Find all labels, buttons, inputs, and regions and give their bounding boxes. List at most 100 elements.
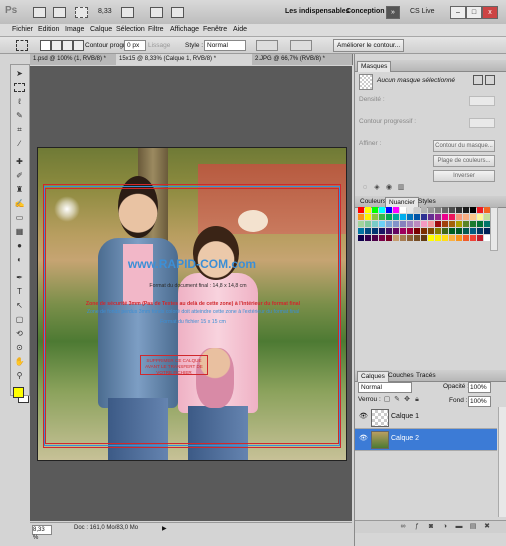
color-swatch[interactable] [400,207,406,213]
apply-mask-icon[interactable]: ◈ [373,184,381,192]
color-swatch[interactable] [386,221,392,227]
gradient-tool-icon[interactable]: ▦ [13,227,26,237]
tab-document-15x15[interactable]: 15x15 @ 8,33% (Calque 1, RVB/8) * [116,54,253,65]
hand-tool-icon[interactable]: ✋ [13,357,26,367]
color-swatch[interactable] [435,207,441,213]
color-swatch[interactable] [463,221,469,227]
color-swatch[interactable] [470,235,476,241]
mask-edge-button[interactable]: Contour du masque... [433,140,495,152]
marquee-tool-icon[interactable] [14,83,25,92]
color-swatch[interactable] [358,214,364,220]
screen-mode-icon[interactable] [171,7,184,18]
color-swatch[interactable] [372,207,378,213]
document-canvas[interactable]: www.RAPID-COM.com Format du document fin… [37,147,347,461]
opacity-input[interactable]: 100% [468,382,491,393]
eyedropper-tool-icon[interactable]: ∕ [13,139,26,149]
color-swatch[interactable] [477,235,483,241]
layer-row[interactable]: 👁︎ Calque 1 [355,407,497,429]
feather-input[interactable]: 0 px [124,40,146,51]
clone-stamp-tool-icon[interactable]: ♜ [13,185,26,195]
visibility-icon[interactable]: ◉ [385,184,393,192]
menu-fenetre[interactable]: Fenêtre [203,26,227,33]
new-layer-icon[interactable]: ▤ [469,523,477,531]
menu-edition[interactable]: Edition [38,26,59,33]
tab-styles[interactable]: Styles [415,197,439,207]
color-swatch[interactable] [365,235,371,241]
color-swatch[interactable] [414,228,420,234]
color-swatch[interactable] [456,221,462,227]
fx-icon[interactable]: ƒ [413,523,421,531]
workspace-essentials[interactable]: Les indispensables [285,8,350,15]
lasso-tool-icon[interactable]: ℓ [13,97,26,107]
color-swatch[interactable] [372,221,378,227]
color-swatch[interactable] [379,207,385,213]
fill-input[interactable]: 100% [468,396,491,407]
color-range-button[interactable]: Plage de couleurs... [433,155,495,167]
color-swatch[interactable] [379,235,385,241]
cs-live-button[interactable]: CS Live [410,8,435,15]
brush-tool-icon[interactable]: ✐ [13,171,26,181]
pixel-mask-icon[interactable] [473,75,483,85]
color-swatch[interactable] [372,228,378,234]
color-swatch[interactable] [386,228,392,234]
trash-icon[interactable]: ✖ [483,523,491,531]
status-menu-arrow-icon[interactable]: ▶ [162,525,167,532]
color-swatch[interactable] [400,235,406,241]
color-swatch[interactable] [428,235,434,241]
color-swatch[interactable] [442,207,448,213]
color-swatch[interactable] [358,235,364,241]
color-swatch[interactable] [435,235,441,241]
density-input[interactable] [469,96,495,106]
color-swatch[interactable] [435,214,441,220]
color-swatch[interactable] [477,207,483,213]
bridge-icon[interactable] [33,7,46,18]
folder-icon[interactable]: ▬ [455,523,463,531]
color-swatch[interactable] [456,228,462,234]
color-swatch[interactable] [407,207,413,213]
color-swatch[interactable] [400,221,406,227]
color-swatch[interactable] [393,228,399,234]
new-selection-icon[interactable] [40,40,51,51]
color-swatch[interactable] [442,228,448,234]
color-swatch[interactable] [421,228,427,234]
zoom-level[interactable]: 8,33 [98,8,112,15]
color-swatch[interactable] [358,228,364,234]
width-input[interactable] [256,40,278,51]
menu-affichage[interactable]: Affichage [170,26,199,33]
zoom-tool-icon[interactable]: ⚲ [13,371,26,381]
color-swatch[interactable] [449,214,455,220]
color-swatch[interactable] [365,214,371,220]
minimize-button[interactable]: – [450,6,466,19]
color-swatch[interactable] [421,207,427,213]
color-swatch[interactable] [414,221,420,227]
color-swatch[interactable] [463,228,469,234]
color-swatch[interactable] [358,221,364,227]
more-workspaces-button[interactable]: » [386,6,400,19]
color-swatch[interactable] [477,228,483,234]
color-swatch[interactable] [393,214,399,220]
color-swatch[interactable] [470,221,476,227]
color-swatch[interactable] [386,235,392,241]
color-swatch[interactable] [428,221,434,227]
layer-name[interactable]: Calque 1 [391,413,419,420]
color-swatch[interactable] [428,228,434,234]
color-swatch[interactable] [470,207,476,213]
style-select[interactable]: Normal [204,40,246,51]
color-swatch[interactable] [456,235,462,241]
lock-position-icon[interactable]: ✥ [403,396,411,404]
color-swatch[interactable] [407,221,413,227]
color-swatch[interactable] [435,228,441,234]
color-swatch[interactable] [379,228,385,234]
invert-button[interactable]: Inverser [433,170,495,182]
blur-tool-icon[interactable]: ● [13,241,26,251]
color-swatch[interactable] [400,228,406,234]
color-swatch[interactable] [463,214,469,220]
history-brush-tool-icon[interactable]: ✍ [13,199,26,209]
menu-fichier[interactable]: Fichier [12,26,33,33]
anti-alias-checkbox[interactable]: Lissage [148,42,170,49]
add-selection-icon[interactable] [51,40,62,51]
color-swatch[interactable] [393,235,399,241]
lock-all-icon[interactable]: 🔒︎ [413,396,421,404]
color-swatch[interactable] [470,214,476,220]
color-swatch[interactable] [393,221,399,227]
